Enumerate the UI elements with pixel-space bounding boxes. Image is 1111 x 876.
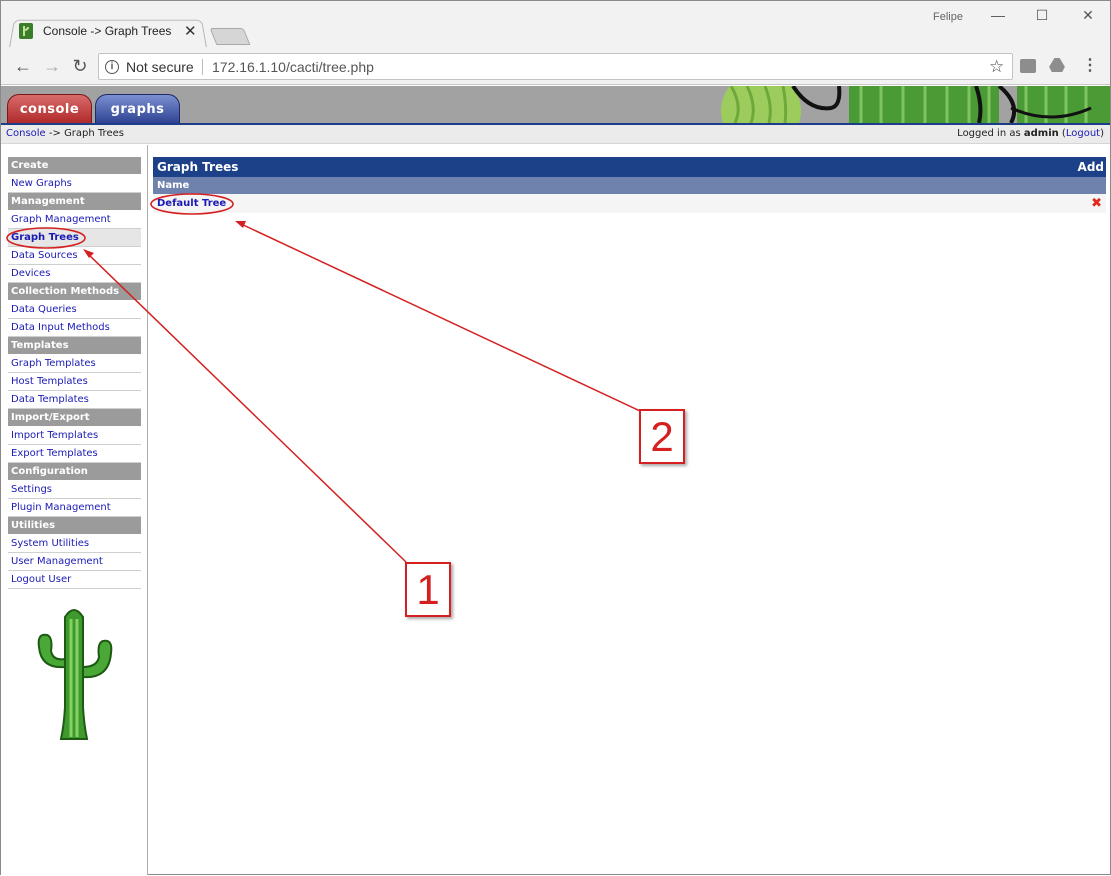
annotation-arrowhead-2: [235, 221, 246, 228]
browser-window: Console -> Graph Trees ✕ Felipe — ☐ ✕ ← …: [0, 0, 1111, 875]
sidebar-section-templates: Templates: [8, 337, 141, 354]
menu-icon[interactable]: ⋮: [1082, 55, 1098, 75]
cacti-header: console graphs: [1, 86, 1110, 123]
annotation-label-1: 1: [405, 562, 451, 617]
sidebar-item-export-templates[interactable]: Export Templates: [8, 445, 141, 463]
security-label[interactable]: Not secure: [126, 59, 194, 75]
sidebar-item-import-templates[interactable]: Import Templates: [8, 427, 141, 445]
sidebar-item-data-input-methods[interactable]: Data Input Methods: [8, 319, 141, 337]
sidebar-item-settings[interactable]: Settings: [8, 481, 141, 499]
delete-icon[interactable]: ✖: [1091, 196, 1102, 211]
sidebar-item-data-sources[interactable]: Data Sources: [8, 247, 141, 265]
sidebar: Create New Graphs Management Graph Manageme…: [1, 145, 148, 875]
maximize-icon[interactable]: ☐: [1027, 7, 1057, 27]
graphs-tab[interactable]: graphs: [95, 94, 180, 123]
logout-paren-close: ): [1100, 128, 1104, 139]
sidebar-item-new-graphs[interactable]: New Graphs: [8, 175, 141, 193]
info-icon[interactable]: i: [105, 60, 119, 74]
minimize-icon[interactable]: —: [983, 7, 1013, 27]
sidebar-section-import-export: Import/Export: [8, 409, 141, 426]
new-tab-button[interactable]: [209, 28, 251, 45]
sidebar-item-data-templates[interactable]: Data Templates: [8, 391, 141, 409]
console-tab[interactable]: console: [7, 94, 92, 123]
cacti-favicon-icon: [19, 23, 33, 39]
title-bar: Console -> Graph Trees ✕ Felipe — ☐ ✕: [1, 1, 1110, 48]
sidebar-section-configuration: Configuration: [8, 463, 141, 480]
graph-trees-header: Graph Trees Add: [153, 157, 1106, 177]
breadcrumb-bar: Console -> Graph Trees Logged in as admi…: [1, 125, 1110, 144]
extension-icon[interactable]: [1020, 59, 1036, 73]
tab-close-icon[interactable]: ✕: [184, 22, 197, 40]
login-status: Logged in as admin (Logout): [957, 128, 1104, 139]
cacti-logo-icon: [37, 609, 113, 740]
omnibox-divider: [202, 59, 203, 75]
table-row: Default Tree ✖: [153, 194, 1106, 213]
cacti-banner-art: [721, 86, 1110, 123]
tab-title: Console -> Graph Trees: [43, 24, 172, 38]
column-header-name[interactable]: Name: [157, 180, 189, 191]
breadcrumb-console-link[interactable]: Console: [6, 128, 46, 139]
sidebar-section-management: Management: [8, 193, 141, 210]
sidebar-item-graph-templates[interactable]: Graph Templates: [8, 355, 141, 373]
sidebar-item-graph-management[interactable]: Graph Management: [8, 211, 141, 229]
add-button[interactable]: Add: [1078, 160, 1104, 174]
browser-toolbar: ← → ↻ i Not secure 172.16.1.10/cacti/tre…: [1, 47, 1110, 85]
bookmark-star-icon[interactable]: ☆: [989, 57, 1004, 77]
sidebar-item-user-management[interactable]: User Management: [8, 553, 141, 571]
sidebar-section-create: Create: [8, 157, 141, 174]
sidebar-section-collection-methods: Collection Methods: [8, 283, 141, 300]
url-text[interactable]: 172.16.1.10/cacti/tree.php: [212, 59, 374, 75]
logout-link[interactable]: Logout: [1066, 128, 1100, 139]
breadcrumb: Console -> Graph Trees: [6, 128, 124, 139]
browser-tab-content[interactable]: Console -> Graph Trees ✕: [19, 21, 204, 47]
logout-paren-open: (: [1058, 128, 1066, 139]
profile-name[interactable]: Felipe: [933, 11, 963, 23]
sidebar-item-graph-trees[interactable]: Graph Trees: [8, 229, 141, 247]
sidebar-item-devices[interactable]: Devices: [8, 265, 141, 283]
breadcrumb-separator: ->: [45, 128, 65, 139]
close-window-icon[interactable]: ✕: [1073, 7, 1103, 27]
graphs-tab-label: graphs: [110, 102, 165, 117]
sidebar-item-data-queries[interactable]: Data Queries: [8, 301, 141, 319]
sidebar-item-system-utilities[interactable]: System Utilities: [8, 535, 141, 553]
breadcrumb-current: Graph Trees: [64, 128, 124, 139]
back-icon[interactable]: ←: [12, 55, 34, 77]
login-prefix: Logged in as: [957, 128, 1024, 139]
sidebar-item-host-templates[interactable]: Host Templates: [8, 373, 141, 391]
drive-icon[interactable]: [1049, 58, 1065, 72]
forward-icon[interactable]: →: [41, 55, 63, 77]
address-bar[interactable]: i Not secure 172.16.1.10/cacti/tree.php …: [98, 53, 1013, 80]
annotation-label-2: 2: [639, 409, 685, 464]
tree-link-default-tree[interactable]: Default Tree: [157, 198, 226, 209]
annotation-arrow-2: [238, 222, 641, 412]
table-header: Name: [153, 177, 1106, 194]
console-tab-label: console: [19, 102, 80, 117]
sidebar-item-logout-user[interactable]: Logout User: [8, 571, 141, 589]
sidebar-item-plugin-management[interactable]: Plugin Management: [8, 499, 141, 517]
login-user: admin: [1023, 128, 1059, 139]
page-title: Graph Trees: [157, 160, 239, 174]
sidebar-section-utilities: Utilities: [8, 517, 141, 534]
reload-icon[interactable]: ↻: [69, 55, 91, 77]
